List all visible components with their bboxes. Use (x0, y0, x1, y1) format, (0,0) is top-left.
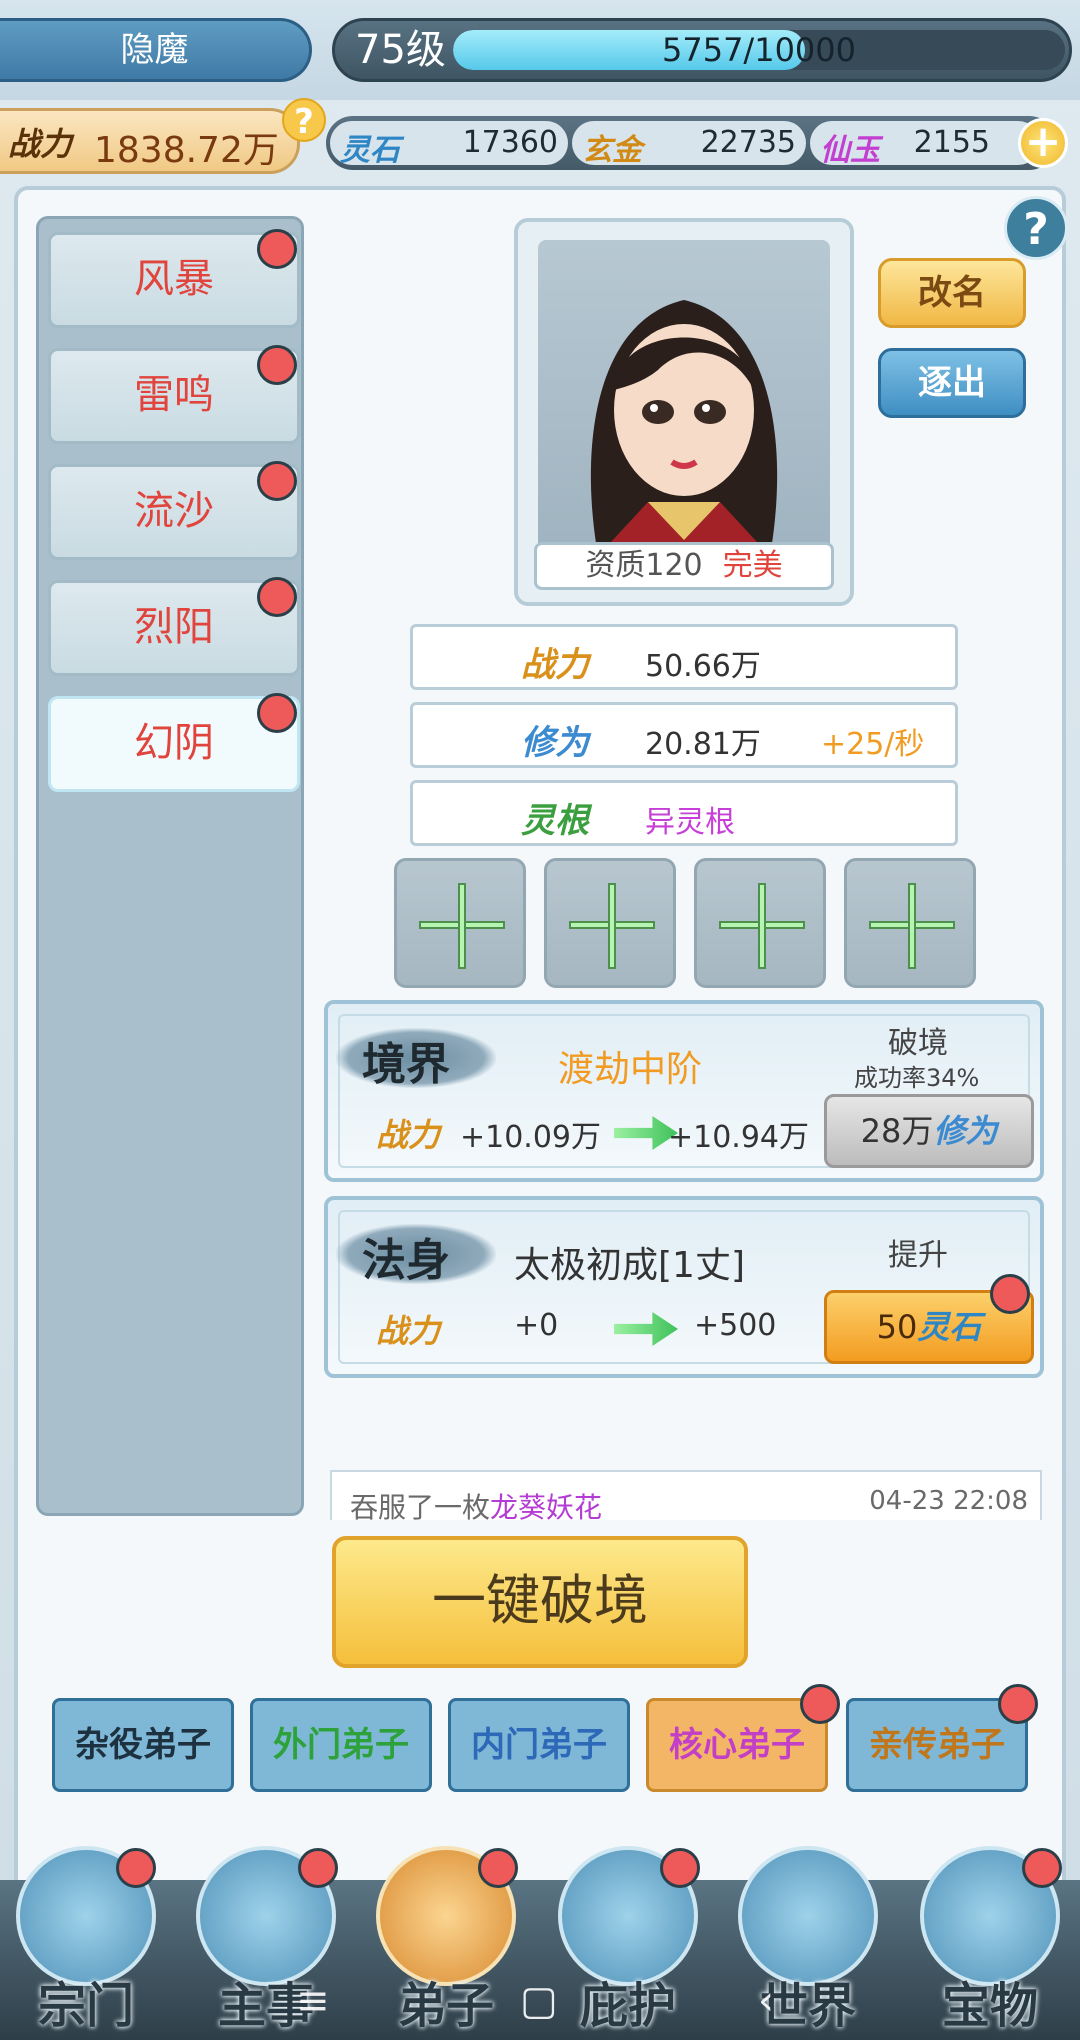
rename-button[interactable]: 改名 (878, 258, 1026, 328)
stat-row-power: 战力 50.66万 (410, 624, 958, 690)
power-label: 战力 (376, 1116, 441, 1154)
nav-world[interactable]: 世界 (728, 1846, 888, 2040)
power-label: 战力 (8, 125, 73, 163)
notification-dot (257, 461, 297, 501)
log-time: 04-23 22:08 (869, 1486, 1028, 1516)
notification-dot (998, 1684, 1038, 1724)
notification-dot (116, 1848, 156, 1888)
tab-outer-disciple[interactable]: 外门弟子 (250, 1698, 432, 1792)
stat-rate: +25/秒 (821, 727, 925, 762)
notification-dot (257, 693, 297, 733)
log-prefix: 吞服了一枚 (350, 1491, 491, 1520)
resource-label: 仙玉 (820, 133, 880, 168)
notification-dot (1022, 1848, 1062, 1888)
resource-value: 17360 (462, 125, 558, 160)
breakthrough-label: 破境 (888, 1026, 948, 1061)
tab-servant-disciple[interactable]: 杂役弟子 (52, 1698, 234, 1792)
total-power: 战力 1838.72万 (0, 108, 300, 174)
notification-dot (800, 1684, 840, 1724)
stat-value: 异灵根 (645, 805, 735, 840)
stat-label: 战力 (521, 645, 589, 685)
disciple-item-label: 雷鸣 (134, 372, 214, 418)
realm-stage: 渡劫中阶 (558, 1049, 703, 1090)
notification-dot (257, 345, 297, 385)
equipment-slot[interactable] (544, 858, 676, 988)
xp-text: 5757/10000 (661, 31, 856, 69)
resource-label: 玄金 (582, 133, 642, 168)
help-icon[interactable]: ? (1004, 196, 1068, 260)
cost-unit: 修为 (933, 1112, 998, 1150)
power-to: +10.94万 (668, 1120, 810, 1155)
power-from: +10.09万 (460, 1120, 602, 1155)
realm-card: 境界 渡劫中阶 破境 成功率34% 战力 +10.09万 +10.94万 28万… (324, 1000, 1044, 1182)
aptitude-bar: 资质120 完美 (534, 542, 834, 590)
equipment-slot[interactable] (394, 858, 526, 988)
resource-value: 2155 (913, 125, 990, 160)
nav-label: 世界 (759, 1978, 856, 2034)
stat-value: 20.81万 (645, 727, 761, 762)
stat-label: 灵根 (521, 801, 589, 841)
resource-value: 22735 (700, 125, 796, 160)
nav-label: 弟子 (397, 1978, 494, 2034)
equipment-slot[interactable] (844, 858, 976, 988)
power-help-icon[interactable]: ? (282, 98, 326, 142)
stat-row-cultivation: 修为 20.81万 +25/秒 (410, 702, 958, 768)
activity-log[interactable]: 吞服了一枚龙葵妖花 04-23 22:08 (330, 1470, 1042, 1520)
cost-unit: 灵石 (917, 1308, 982, 1346)
resource-bar: 灵石 17360 玄金 22735 仙玉 2155 (326, 116, 1056, 170)
realm-title: 境界 (362, 1039, 450, 1090)
disciple-portrait (538, 240, 830, 556)
add-currency-button[interactable]: + (1018, 118, 1068, 168)
dharma-body-card: 法身 太极初成[1丈] 提升 战力 +0 +500 50灵石 (324, 1196, 1044, 1378)
body-title: 法身 (362, 1235, 450, 1286)
expel-button[interactable]: 逐出 (878, 348, 1026, 418)
aptitude-value: 资质120 (585, 548, 703, 583)
disciple-item-label: 流沙 (134, 488, 214, 534)
power-to: +500 (694, 1308, 777, 1343)
notification-dot (478, 1848, 518, 1888)
player-name[interactable]: 隐魔 (0, 18, 312, 82)
xp-bar: 5757/10000 (453, 30, 1065, 70)
upgrade-label: 提升 (888, 1238, 948, 1273)
cost-amount: 50 (876, 1308, 918, 1346)
level-text: 75级 (355, 27, 446, 73)
nav-label: 宗门 (37, 1978, 134, 2034)
body-stage: 太极初成[1丈] (514, 1245, 745, 1286)
one-click-breakthrough-button[interactable]: 一键破境 (332, 1536, 748, 1668)
resource-jade: 仙玉 2155 (810, 121, 1000, 168)
character-portrait-image (590, 300, 778, 556)
level-panel: 75级 5757/10000 (332, 18, 1072, 82)
breakthrough-button[interactable]: 28万修为 (824, 1094, 1034, 1168)
nav-label: 宝物 (941, 1978, 1038, 2034)
disciple-item-label: 风暴 (134, 256, 214, 302)
tab-core-disciple[interactable]: 核心弟子 (646, 1698, 828, 1792)
disciple-item-label: 幻阴 (134, 720, 214, 766)
cost-amount: 28万 (860, 1112, 934, 1150)
power-label: 战力 (376, 1312, 441, 1350)
equipment-slot[interactable] (694, 858, 826, 988)
portrait-frame: 资质120 完美 (514, 218, 854, 606)
notification-dot (257, 577, 297, 617)
log-message: 吞服了一枚龙葵妖花 (350, 1486, 602, 1520)
world-icon (738, 1846, 878, 1986)
stat-value: 50.66万 (645, 649, 761, 684)
power-from: +0 (514, 1308, 559, 1343)
success-rate: 成功率34% (854, 1064, 980, 1092)
stat-row-spirit-root: 灵根 异灵根 (410, 780, 958, 846)
notification-dot (990, 1274, 1030, 1314)
tab-inner-disciple[interactable]: 内门弟子 (448, 1698, 630, 1792)
log-item: 龙葵妖花 (490, 1491, 603, 1520)
stat-label: 修为 (521, 723, 589, 763)
power-value: 1838.72万 (94, 130, 279, 171)
resource-label: 灵石 (340, 133, 400, 168)
resource-gold: 玄金 22735 (572, 121, 806, 168)
quality-label: 完美 (722, 548, 783, 583)
notification-dot (298, 1848, 338, 1888)
nav-label: 主事 (217, 1978, 314, 2034)
notification-dot (660, 1848, 700, 1888)
notification-dot (257, 229, 297, 269)
disciple-item-label: 烈阳 (134, 604, 214, 650)
resource-spirit-stone: 灵石 17360 (330, 121, 568, 168)
nav-label: 庇护 (579, 1978, 676, 2034)
